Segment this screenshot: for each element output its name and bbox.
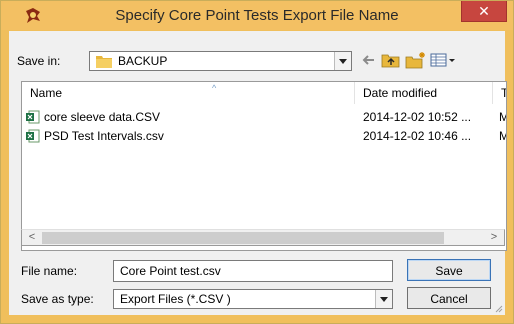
up-folder-icon[interactable] [381,51,401,69]
file-name: PSD Test Intervals.csv [44,129,164,143]
resize-grip-icon[interactable] [493,303,503,313]
file-list[interactable]: Name ^ Date modified Ty core sleeve data… [21,81,507,251]
dialog-window: Specify Core Point Tests Export File Nam… [0,0,514,324]
save-as-type-label: Save as type: [21,292,94,306]
new-folder-icon[interactable] [405,51,427,69]
excel-file-icon [26,129,40,143]
chevron-down-icon[interactable] [375,290,392,308]
dialog-body: Save in: BACKUP Name ^ Date modified cor… [9,31,507,315]
scrollbar-thumb[interactable] [42,232,444,244]
column-header-name[interactable]: Name ^ [22,82,355,104]
back-arrow-icon[interactable] [360,51,378,69]
chevron-down-icon[interactable] [334,52,351,70]
file-date: 2014-12-02 10:46 ... [363,129,472,143]
save-button[interactable]: Save [407,259,491,281]
folder-icon [96,56,112,68]
close-button[interactable]: ✕ [461,1,507,22]
scroll-left-arrow[interactable]: < [24,230,40,245]
excel-file-icon [26,110,40,124]
save-in-label: Save in: [17,54,61,68]
scroll-right-arrow[interactable]: > [486,230,502,245]
file-name-value: Core Point test.csv [120,264,221,278]
horizontal-scrollbar[interactable]: < > [21,229,505,246]
sort-arrow-icon: ^ [212,83,217,93]
file-name: core sleeve data.CSV [44,110,161,124]
save-as-type-select[interactable]: Export Files (*.CSV ) [113,289,393,309]
title-bar[interactable]: Specify Core Point Tests Export File Nam… [1,1,513,30]
file-date: 2014-12-02 10:52 ... [363,110,472,124]
file-row[interactable]: core sleeve data.CSV 2014-12-02 10:52 ..… [22,108,506,126]
column-header-name-label: Name [30,86,63,100]
file-row[interactable]: PSD Test Intervals.csv 2014-12-02 10:46 … [22,127,506,145]
save-in-value: BACKUP [118,54,168,68]
file-type: M [499,127,506,145]
cancel-button[interactable]: Cancel [407,287,491,309]
column-header-type[interactable]: Ty [493,82,506,104]
file-name-label: File name: [21,264,78,278]
save-as-type-value: Export Files (*.CSV ) [120,292,231,306]
column-header-date[interactable]: Date modified [355,82,493,104]
view-menu-icon[interactable] [430,51,456,69]
window-title: Specify Core Point Tests Export File Nam… [115,7,399,24]
file-name-input[interactable]: Core Point test.csv [113,260,393,282]
file-type: M [499,108,506,126]
save-in-combo[interactable]: BACKUP [89,51,352,71]
